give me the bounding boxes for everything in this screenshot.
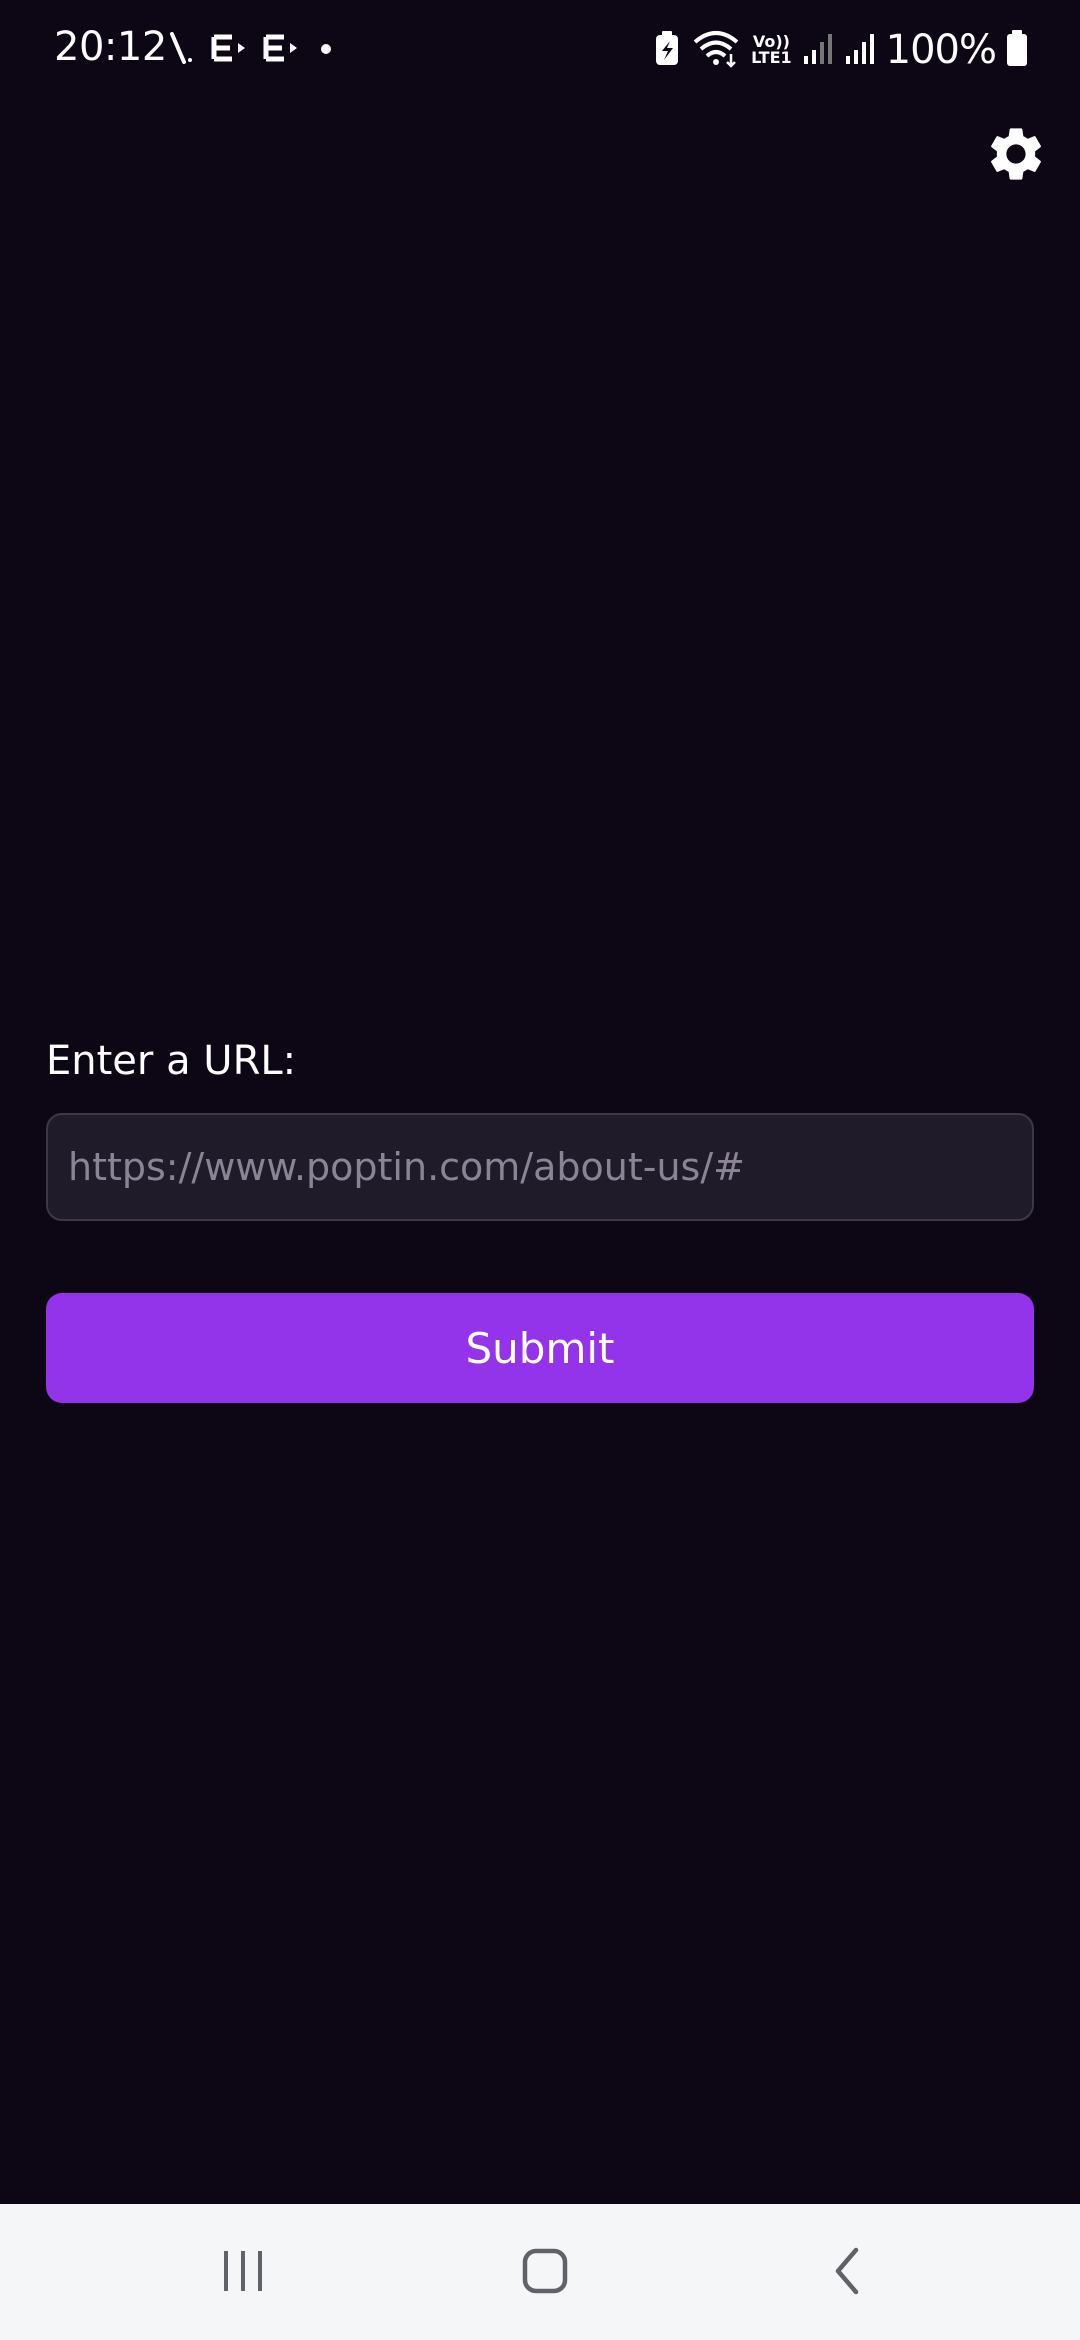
status-notification-icons (166, 30, 338, 71)
gear-icon (984, 122, 1048, 191)
recent-apps-icon (218, 2247, 268, 2300)
signal-icon (844, 30, 876, 71)
settings-button[interactable] (980, 120, 1052, 192)
e-network-icon (262, 33, 300, 68)
status-bar: 20:12 Vo)) LTE1 100% (0, 0, 1080, 100)
battery-percent: 100% (885, 27, 997, 73)
status-time: 20:12 (54, 24, 167, 70)
status-system-icons: Vo)) LTE1 100% (653, 24, 1028, 76)
home-icon (520, 2246, 570, 2301)
url-input[interactable] (46, 1113, 1034, 1221)
nfc-icon (166, 30, 196, 71)
app-screen: 20:12 Vo)) LTE1 100% Enter a URL: https:… (0, 0, 1080, 2340)
volte-icon: Vo)) LTE1 (751, 32, 792, 67)
wifi-icon (691, 28, 741, 73)
signal-icon (802, 30, 834, 71)
submit-button[interactable]: Submit (46, 1293, 1034, 1403)
battery-saver-icon (653, 29, 681, 72)
navigation-bar (0, 2204, 1080, 2340)
back-button[interactable] (808, 2238, 888, 2308)
recent-apps-button[interactable] (203, 2238, 283, 2308)
url-label: Enter a URL: (46, 1038, 297, 1084)
battery-icon (1006, 29, 1028, 72)
dot-icon (314, 33, 338, 68)
home-button[interactable] (505, 2238, 585, 2308)
back-icon (828, 2246, 868, 2301)
e-network-icon (210, 33, 248, 68)
